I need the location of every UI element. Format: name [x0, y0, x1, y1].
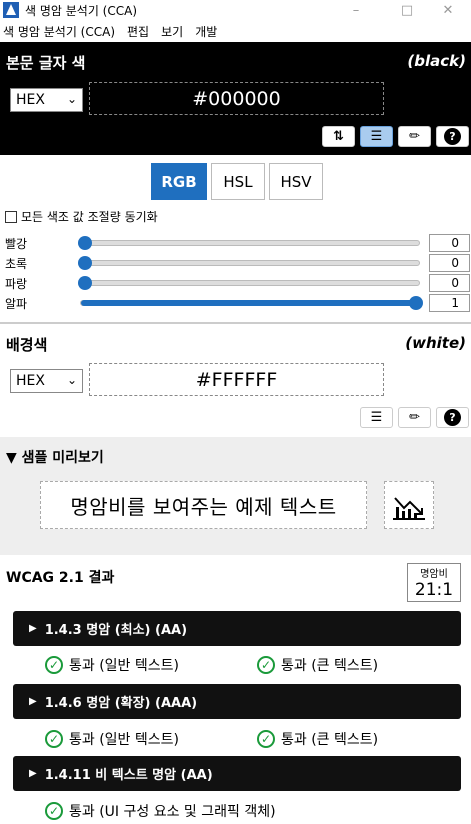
- chart-icon: [393, 497, 425, 520]
- result-large-text: ✓ 통과 (큰 텍스트): [257, 655, 378, 675]
- tab-hsl[interactable]: HSL: [211, 163, 265, 200]
- maximize-button[interactable]: □: [384, 0, 430, 20]
- result-normal-text: ✓ 통과 (일반 텍스트): [45, 655, 179, 675]
- background-hex-input[interactable]: #FFFFFF: [89, 363, 384, 396]
- background-sliders-button[interactable]: ☰: [360, 407, 393, 428]
- foreground-section: 본문 글자 색 (black) HEX ⌄ #000000 ⇅ ☰ ✏ ?: [0, 42, 471, 155]
- slider-label-alpha: 알파: [5, 297, 28, 311]
- background-color-name: (white): [405, 334, 466, 352]
- help-icon: ?: [444, 409, 461, 426]
- sliders-icon: ☰: [370, 410, 383, 425]
- slider-thumb[interactable]: [78, 256, 92, 270]
- eyedropper-icon: ✏: [409, 410, 420, 425]
- criterion-label: 1.4.3 명암 (최소) (AA): [44, 623, 188, 638]
- criterion-1-4-6-header[interactable]: ▶ 1.4.6 명암 (확장) (AAA): [13, 684, 461, 719]
- slider-label-blue: 파랑: [5, 277, 28, 291]
- result-label: 통과 (일반 텍스트): [69, 658, 179, 674]
- sample-preview-panel: ▼ 샘플 미리보기 명암비를 보여주는 예제 텍스트: [0, 437, 471, 555]
- result-ui-components: ✓ 통과 (UI 구성 요소 및 그래픽 객체): [45, 801, 276, 821]
- wcag-title: WCAG 2.1 결과: [6, 570, 115, 586]
- red-value-input[interactable]: 0: [429, 234, 470, 252]
- close-button[interactable]: ✕: [425, 0, 471, 20]
- criterion-1-4-11-header[interactable]: ▶ 1.4.11 비 텍스트 명암 (AA): [13, 756, 461, 791]
- sync-label: 모든 색조 값 조절량 동기화: [21, 210, 158, 224]
- menu-bar: 색 명암 분석기 (CCA) 편집 보기 개발: [0, 20, 471, 42]
- background-help-button[interactable]: ?: [436, 407, 469, 428]
- sync-checkbox[interactable]: [5, 210, 17, 223]
- contrast-ratio-label: 명암비: [420, 569, 448, 580]
- result-normal-text: ✓ 통과 (일반 텍스트): [45, 729, 179, 749]
- alpha-value-input[interactable]: 1: [429, 294, 470, 312]
- help-icon: ?: [444, 128, 461, 145]
- foreground-picker-button[interactable]: ✏: [398, 126, 431, 147]
- section-divider: [0, 322, 471, 324]
- sync-checkbox-row[interactable]: 모든 색조 값 조절량 동기화: [5, 208, 158, 225]
- sliders-icon: ☰: [370, 129, 383, 144]
- swap-icon: ⇅: [333, 129, 344, 144]
- expand-triangle-icon: ▶: [29, 696, 37, 707]
- contrast-ratio-value: 21:1: [414, 580, 454, 600]
- foreground-format-select[interactable]: HEX ⌄: [10, 88, 83, 112]
- slider-label-green: 초록: [5, 257, 28, 271]
- slider-thumb[interactable]: [78, 236, 92, 250]
- title-bar: 색 명암 분석기 (CCA) – □ ✕: [0, 0, 471, 20]
- background-heading: 배경색: [6, 336, 48, 354]
- background-format-value: HEX: [16, 373, 45, 389]
- expand-triangle-icon: ▶: [29, 623, 37, 634]
- menu-item-edit[interactable]: 편집: [127, 23, 149, 40]
- chart-button[interactable]: [384, 481, 434, 529]
- green-slider[interactable]: [78, 256, 420, 270]
- slider-label-red: 빨강: [5, 237, 28, 251]
- menu-item-dev[interactable]: 개발: [195, 23, 217, 40]
- check-circle-icon: ✓: [257, 656, 275, 674]
- slider-thumb[interactable]: [409, 296, 423, 310]
- criterion-label: 1.4.6 명암 (확장) (AAA): [44, 696, 198, 711]
- check-circle-icon: ✓: [45, 730, 63, 748]
- sample-text-box: 명암비를 보여주는 예제 텍스트: [40, 481, 367, 529]
- slider-fill: [81, 300, 419, 306]
- check-circle-icon: ✓: [45, 656, 63, 674]
- minimize-button[interactable]: –: [333, 0, 379, 20]
- check-circle-icon: ✓: [45, 802, 63, 820]
- menu-item-app[interactable]: 색 명암 분석기 (CCA): [3, 23, 115, 40]
- swap-colors-button[interactable]: ⇅: [322, 126, 355, 147]
- foreground-help-button[interactable]: ?: [436, 126, 469, 147]
- alpha-slider[interactable]: [80, 296, 423, 310]
- result-label: 통과 (UI 구성 요소 및 그래픽 객체): [69, 804, 276, 820]
- foreground-sliders-button[interactable]: ☰: [360, 126, 393, 147]
- app-icon: [3, 2, 19, 18]
- expand-triangle-icon: ▶: [29, 768, 37, 779]
- window-title: 색 명암 분석기 (CCA): [25, 3, 138, 18]
- preview-toggle[interactable]: ▼ 샘플 미리보기: [6, 447, 104, 467]
- eyedropper-icon: ✏: [409, 129, 420, 144]
- criterion-1-4-3-header[interactable]: ▶ 1.4.3 명암 (최소) (AA): [13, 611, 461, 646]
- tab-hsv[interactable]: HSV: [269, 163, 323, 200]
- blue-slider[interactable]: [78, 276, 420, 290]
- foreground-format-value: HEX: [16, 92, 45, 108]
- foreground-hex-input[interactable]: #000000: [89, 82, 384, 115]
- tab-rgb[interactable]: RGB: [151, 163, 207, 200]
- result-label: 통과 (큰 텍스트): [281, 732, 379, 748]
- result-label: 통과 (큰 텍스트): [281, 658, 379, 674]
- blue-value-input[interactable]: 0: [429, 274, 470, 292]
- criterion-label: 1.4.11 비 텍스트 명암 (AA): [44, 768, 213, 783]
- green-value-input[interactable]: 0: [429, 254, 470, 272]
- foreground-heading: 본문 글자 색: [6, 54, 86, 72]
- slider-thumb[interactable]: [78, 276, 92, 290]
- red-slider[interactable]: [78, 236, 420, 250]
- background-format-select[interactable]: HEX ⌄: [10, 369, 83, 393]
- menu-item-view[interactable]: 보기: [161, 23, 183, 40]
- result-large-text: ✓ 통과 (큰 텍스트): [257, 729, 378, 749]
- foreground-color-name: (black): [407, 52, 466, 70]
- chevron-down-icon: ⌄: [66, 92, 77, 106]
- background-picker-button[interactable]: ✏: [398, 407, 431, 428]
- chevron-down-icon: ⌄: [66, 373, 77, 387]
- check-circle-icon: ✓: [257, 730, 275, 748]
- contrast-ratio-box: 명암비 21:1: [407, 563, 461, 602]
- result-label: 통과 (일반 텍스트): [69, 732, 179, 748]
